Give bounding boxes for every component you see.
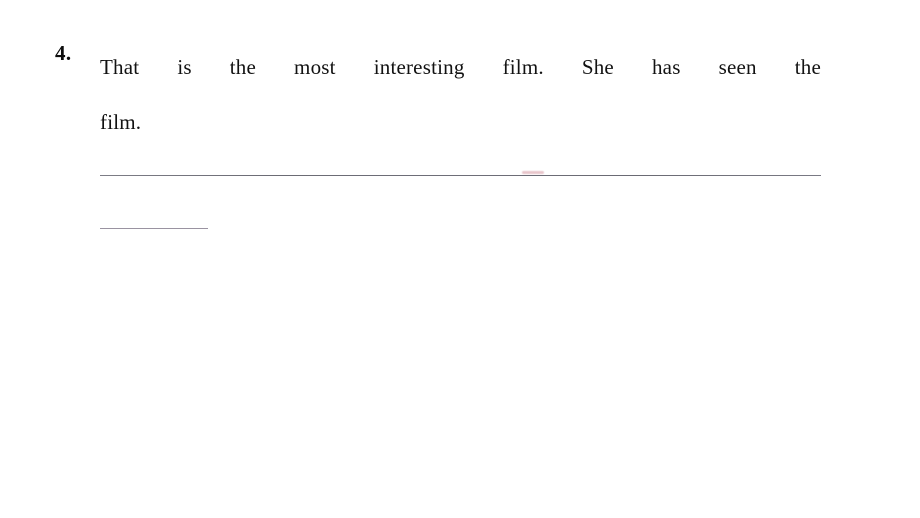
- answer-line-short[interactable]: [100, 228, 208, 229]
- ink-smudge-artifact: [522, 171, 544, 174]
- word: film.: [502, 55, 544, 79]
- word: film.: [100, 110, 142, 134]
- word: is: [177, 55, 192, 79]
- document-page: 4. That is the most interesting film. Sh…: [0, 0, 920, 518]
- word: the: [229, 55, 257, 79]
- word: most: [294, 55, 336, 79]
- sentence-line-2: film.: [100, 95, 821, 150]
- word: That: [100, 55, 140, 79]
- word: the: [794, 55, 821, 79]
- exercise-text-block: That is the most interesting film. She h…: [100, 40, 821, 150]
- word: interesting: [373, 55, 465, 79]
- word: has: [651, 55, 681, 79]
- exercise-number: 4.: [55, 41, 72, 65]
- word: seen: [718, 55, 757, 79]
- word: She: [581, 55, 614, 79]
- answer-line-long[interactable]: [100, 175, 821, 176]
- sentence-line-1: That is the most interesting film. She h…: [100, 40, 821, 95]
